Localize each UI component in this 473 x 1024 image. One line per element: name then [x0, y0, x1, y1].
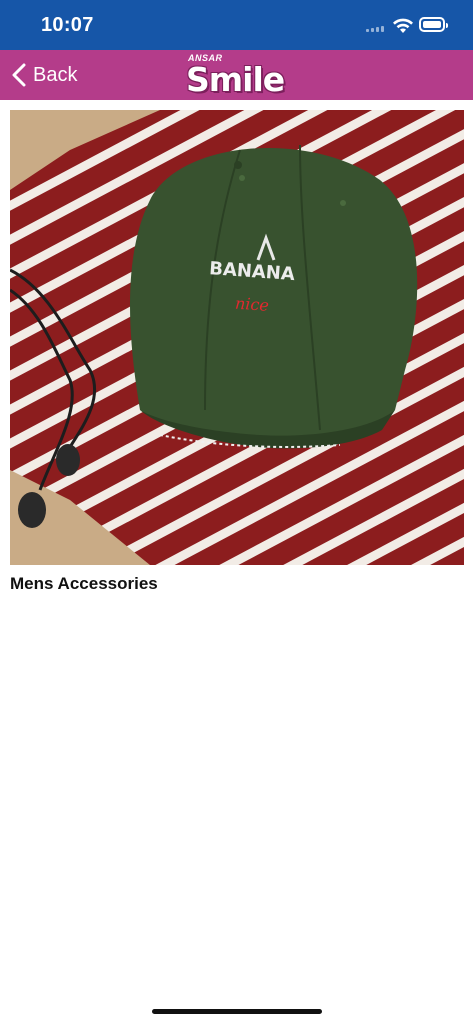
product-photo: BANANA nice [10, 110, 464, 565]
chevron-left-icon [12, 63, 26, 87]
product-image[interactable]: BANANA nice [10, 110, 464, 565]
logo-main-text: Smile [186, 60, 285, 99]
back-button[interactable]: Back [12, 61, 77, 89]
status-time: 10:07 [41, 14, 94, 36]
wifi-icon [393, 18, 413, 33]
home-indicator[interactable] [152, 1009, 322, 1014]
status-bar: 10:07 [0, 0, 473, 50]
brand-logo: ANSAR Smile [186, 52, 290, 99]
cap-text-script: nice [234, 294, 269, 315]
back-label: Back [33, 63, 78, 86]
battery-icon [419, 17, 448, 32]
cellular-signal-icon [366, 26, 388, 32]
product-title: Mens Accessories [10, 574, 158, 593]
